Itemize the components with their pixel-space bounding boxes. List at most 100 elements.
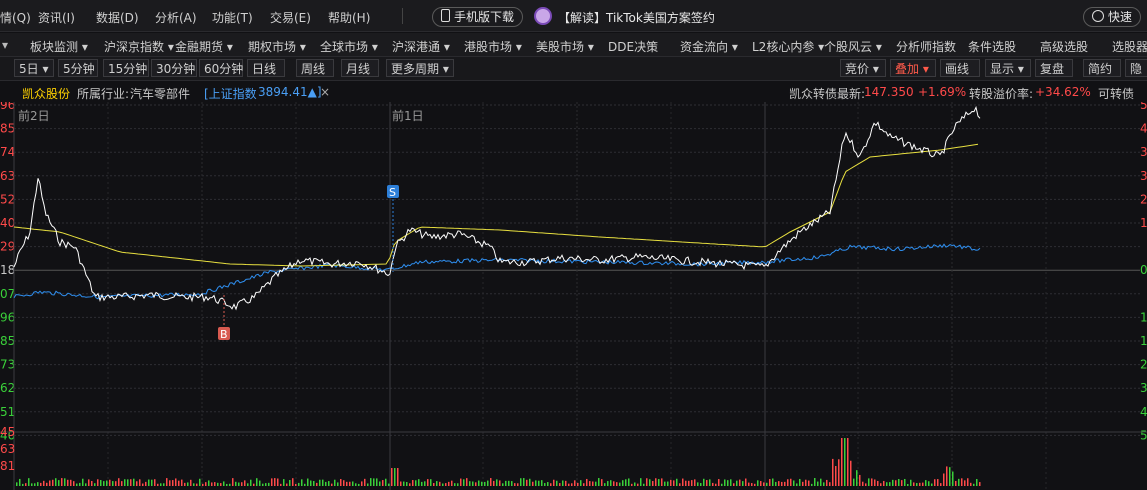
display-button[interactable]: 显示 ▾ — [985, 59, 1031, 77]
nav-item-us[interactable]: 美股市场 ▾ — [536, 38, 594, 55]
volume-bar — [865, 483, 867, 486]
volume-bar — [808, 480, 810, 486]
overlay-button[interactable]: 叠加 ▾ — [890, 59, 936, 77]
y-tick-label: 96 — [0, 102, 15, 112]
volume-bar — [289, 480, 291, 486]
period-15min[interactable]: 15分钟 — [103, 59, 149, 77]
nav-dropdown-icon[interactable]: ▾ — [2, 38, 8, 52]
volume-bar — [559, 483, 561, 486]
volume-bar — [286, 483, 288, 486]
period-daily[interactable]: 日线 — [247, 59, 285, 77]
volume-bar — [616, 482, 618, 486]
volume-bar — [919, 482, 921, 486]
volume-bar — [223, 481, 225, 486]
nav-item-capital-flow[interactable]: 资金流向 ▾ — [680, 38, 738, 55]
nav-item-futures[interactable]: 金融期货 ▾ — [175, 38, 233, 55]
volume-bar — [763, 482, 765, 486]
nav-item-sector-monitor[interactable]: 板块监测 ▾ — [30, 38, 88, 55]
period-weekly[interactable]: 周线 — [296, 59, 334, 77]
volume-bar — [379, 481, 381, 486]
volume-bar — [331, 483, 333, 486]
menu-item-analysis[interactable]: 分析(A) — [155, 9, 197, 26]
nav-item-condition[interactable]: 条件选股 — [968, 38, 1016, 55]
news-headline-link[interactable]: 【解读】TikTok美国方案签约 — [558, 9, 715, 26]
volume-bar — [442, 483, 444, 486]
volume-bar — [664, 481, 666, 486]
period-30min[interactable]: 30分钟 — [151, 59, 197, 77]
replay-button[interactable]: 复盘 — [1035, 59, 1073, 77]
period-60min[interactable]: 60分钟 — [199, 59, 243, 77]
nav-item-screener[interactable]: 选股器 — [1112, 38, 1147, 55]
volume-bar — [304, 483, 306, 486]
info-bar: 凯众股份 所属行业: 汽车零部件 [上证指数 3894.41▲] × 凯众转债最… — [0, 82, 1147, 102]
volume-bar — [688, 480, 690, 486]
volume-bar — [631, 483, 633, 486]
nav-item-connect[interactable]: 沪深港通 ▾ — [392, 38, 450, 55]
volume-bar — [589, 481, 591, 486]
nav-item-dde[interactable]: DDE决策 — [608, 38, 658, 55]
menu-item-help[interactable]: 帮助(H) — [328, 9, 370, 26]
volume-bar — [28, 478, 30, 486]
volume-bar — [160, 483, 162, 486]
volume-bar — [820, 478, 822, 486]
menu-item-quotes[interactable]: 情(Q) — [0, 9, 31, 26]
volume-bar — [46, 482, 48, 486]
mascot-icon — [534, 7, 552, 25]
period-5min[interactable]: 5分钟 — [58, 59, 98, 77]
day-label-2: 前2日 — [18, 108, 50, 123]
volume-bar — [889, 482, 891, 486]
mobile-download-button[interactable]: 手机版下载 — [432, 7, 524, 27]
period-monthly[interactable]: 月线 — [341, 59, 379, 77]
volume-bar — [25, 483, 27, 486]
volume-bar — [16, 482, 18, 486]
nav-item-advanced[interactable]: 高级选股 — [1040, 38, 1088, 55]
volume-bar — [604, 483, 606, 486]
overlay-index-name[interactable]: [上证指数 — [204, 85, 257, 102]
y-tick-label: 62 — [0, 381, 15, 395]
volume-bar — [196, 483, 198, 486]
volume-bar — [280, 483, 282, 486]
right-tick-label: 1 — [1140, 334, 1147, 348]
volume-bar — [622, 480, 624, 486]
close-overlay-icon[interactable]: × — [320, 85, 330, 99]
intraday-chart[interactable]: 9685746352402918079685736251405433210112… — [0, 102, 1147, 490]
volume-bar — [886, 482, 888, 486]
menu-item-function[interactable]: 功能(T) — [212, 9, 253, 26]
nav-item-hk[interactable]: 港股市场 ▾ — [464, 38, 522, 55]
y-tick-label: 29 — [0, 240, 15, 254]
y-tick-label: 52 — [0, 192, 15, 206]
mobile-download-label: 手机版下载 — [454, 10, 515, 24]
nav-item-index[interactable]: 沪深京指数 ▾ — [104, 38, 174, 55]
draw-line-button[interactable]: 画线 — [940, 59, 980, 77]
nav-item-l2[interactable]: L2核心内参 ▾ — [752, 38, 824, 55]
nav-item-analyst[interactable]: 分析师指数 — [896, 38, 956, 55]
menu-item-trade[interactable]: 交易(E) — [270, 9, 311, 26]
auction-button[interactable]: 竞价 ▾ — [840, 59, 886, 77]
quick-trade-button[interactable]: 快速 — [1083, 7, 1142, 27]
simple-button[interactable]: 简约 — [1083, 59, 1121, 77]
volume-bar — [340, 478, 342, 486]
volume-bar — [34, 483, 36, 486]
volume-bar — [103, 481, 105, 486]
nav-item-stock-news[interactable]: 个股风云 ▾ — [824, 38, 882, 55]
hide-button[interactable]: 隐 — [1125, 59, 1147, 77]
nav-item-global[interactable]: 全球市场 ▾ — [320, 38, 378, 55]
period-more[interactable]: 更多周期 ▾ — [386, 59, 454, 77]
industry-value: 汽车零部件 — [130, 87, 191, 101]
period-5day[interactable]: 5日 ▾ — [14, 59, 54, 77]
menu-bar: 情(Q) 资讯(I) 数据(D) 分析(A) 功能(T) 交易(E) 帮助(H)… — [0, 0, 1147, 32]
volume-bar — [133, 478, 135, 486]
volume-bar — [466, 478, 468, 486]
volume-bar — [385, 478, 387, 486]
menu-item-news[interactable]: 资讯(I) — [38, 9, 75, 26]
volume-bar — [232, 478, 234, 486]
menu-item-data[interactable]: 数据(D) — [96, 9, 139, 26]
nav-item-options[interactable]: 期权市场 ▾ — [248, 38, 306, 55]
volume-bar — [499, 480, 501, 486]
volume-bar — [565, 480, 567, 486]
volume-bar — [733, 483, 735, 486]
volume-bar — [751, 483, 753, 486]
volume-bar — [649, 479, 651, 486]
volume-bar — [22, 483, 24, 486]
volume-bar — [607, 481, 609, 486]
